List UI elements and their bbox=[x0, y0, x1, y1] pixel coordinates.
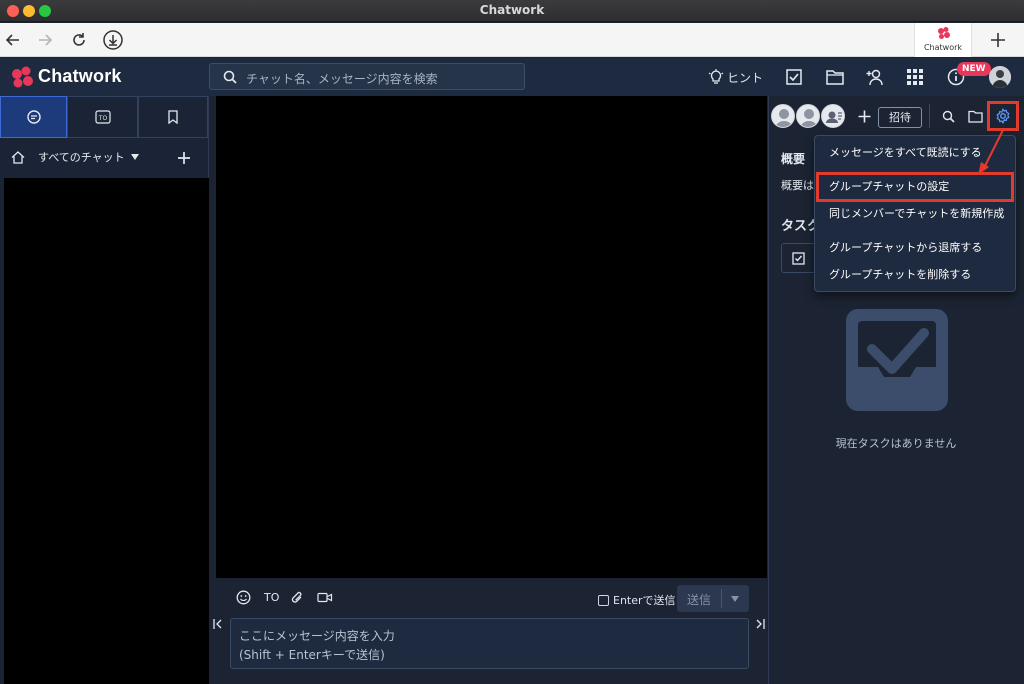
files-button[interactable] bbox=[824, 66, 846, 88]
divider bbox=[929, 104, 930, 128]
send-button-label: 送信 bbox=[686, 593, 711, 607]
chat-filter-row: すべてのチャット bbox=[0, 138, 209, 176]
menu-item-new-chat-same-members[interactable]: 同じメンバーでチャットを新規作成 bbox=[815, 201, 1015, 227]
task-filter-button[interactable] bbox=[781, 243, 817, 273]
empty-task-checkbox-illustration bbox=[846, 309, 948, 411]
contacts-button[interactable] bbox=[864, 66, 886, 88]
forward-arrow-icon bbox=[39, 34, 53, 46]
app-header: Chatwork チャット名、メッセージ内容を検索 ヒント NEW bbox=[0, 58, 1024, 96]
browser-tab-label: Chatwork bbox=[923, 43, 963, 52]
message-input-placeholder: ここにメッセージ内容を入力 bbox=[239, 629, 395, 643]
overview-heading: 概要 bbox=[781, 152, 806, 166]
window-title: Chatwork bbox=[479, 3, 545, 17]
avatar-photo-icon bbox=[989, 66, 1011, 88]
brand-logo-text[interactable]: Chatwork bbox=[38, 66, 122, 87]
message-input-hint: (Shift + Enterキーで送信) bbox=[239, 648, 385, 662]
new-tab-button[interactable] bbox=[985, 27, 1011, 53]
search-input[interactable]: チャット名、メッセージ内容を検索 bbox=[209, 63, 525, 90]
lightbulb-icon bbox=[708, 69, 724, 84]
add-chat-plus-icon[interactable] bbox=[177, 151, 191, 165]
search-placeholder: チャット名、メッセージ内容を検索 bbox=[246, 72, 438, 86]
checkbox-icon bbox=[786, 69, 802, 85]
user-avatar[interactable] bbox=[989, 66, 1011, 88]
hint-label[interactable]: ヒント bbox=[727, 69, 763, 86]
menu-item-delete-group-chat[interactable]: グループチャットを削除する bbox=[815, 262, 1015, 288]
search-icon bbox=[223, 70, 237, 84]
checkbox-icon bbox=[792, 252, 805, 265]
enter-to-send-label: Enterで送信 bbox=[613, 594, 676, 607]
download-icon bbox=[103, 30, 123, 50]
caret-down-icon[interactable] bbox=[131, 154, 139, 160]
enter-to-send-checkbox[interactable] bbox=[598, 594, 609, 606]
message-timeline[interactable] bbox=[216, 96, 767, 578]
overview-text: 概要は bbox=[781, 179, 814, 192]
no-task-message: 現在タスクはありません bbox=[835, 437, 957, 450]
member-list-button[interactable] bbox=[821, 104, 845, 128]
folder-icon bbox=[826, 70, 844, 85]
back-button[interactable] bbox=[0, 27, 26, 53]
new-badge: NEW bbox=[957, 62, 991, 76]
plus-icon bbox=[991, 33, 1005, 47]
window-titlebar: Chatwork bbox=[0, 0, 1024, 22]
menu-item-leave-group-chat[interactable]: グループチャットから退席する bbox=[815, 235, 1015, 261]
chatwork-logo-icon bbox=[12, 66, 33, 88]
to-button[interactable]: TO bbox=[264, 591, 279, 604]
collapse-right-icon[interactable] bbox=[755, 618, 765, 630]
tab-bookmarks[interactable] bbox=[138, 96, 208, 138]
chat-list[interactable] bbox=[4, 178, 209, 684]
home-icon[interactable] bbox=[11, 151, 25, 164]
download-button[interactable] bbox=[100, 27, 126, 53]
search-icon[interactable] bbox=[942, 110, 955, 123]
forward-button[interactable] bbox=[32, 27, 58, 53]
enter-to-send-toggle[interactable]: Enterで送信 bbox=[598, 592, 676, 608]
add-member-plus-icon[interactable] bbox=[858, 110, 871, 123]
apps-button[interactable] bbox=[904, 66, 926, 88]
add-contact-icon bbox=[866, 69, 883, 86]
gear-icon[interactable] bbox=[995, 108, 1011, 124]
grid-icon bbox=[907, 69, 923, 85]
collapse-left-icon[interactable] bbox=[213, 618, 223, 630]
invite-button[interactable]: 招待 bbox=[878, 107, 922, 128]
folder-icon[interactable] bbox=[968, 110, 983, 123]
tab-chats[interactable] bbox=[0, 96, 67, 138]
annotation-arrow bbox=[978, 129, 1004, 175]
browser-tab-chatwork[interactable]: Chatwork bbox=[914, 23, 972, 57]
member-avatar[interactable] bbox=[771, 104, 795, 128]
browser-toolbar: Chatwork bbox=[0, 23, 1024, 57]
reload-button[interactable] bbox=[66, 27, 92, 53]
chat-bubble-icon bbox=[26, 110, 41, 124]
tab-to-mentions[interactable]: TO bbox=[67, 96, 138, 138]
svg-text:TO: TO bbox=[97, 115, 107, 122]
emoji-icon[interactable] bbox=[236, 590, 251, 605]
tasks-button[interactable] bbox=[783, 66, 805, 88]
video-call-icon[interactable] bbox=[317, 592, 333, 603]
bookmark-icon bbox=[168, 110, 178, 124]
chat-sidebar: TO すべてのチャット bbox=[0, 96, 209, 684]
back-arrow-icon bbox=[5, 34, 19, 46]
hint-button[interactable] bbox=[705, 66, 727, 88]
member-avatar[interactable] bbox=[796, 104, 820, 128]
send-options-caret-icon[interactable] bbox=[731, 596, 739, 602]
message-input[interactable]: ここにメッセージ内容を入力 (Shift + Enterキーで送信) bbox=[230, 618, 749, 669]
send-button[interactable]: 送信 bbox=[677, 585, 749, 612]
reload-icon bbox=[73, 33, 85, 46]
chat-filter-dropdown[interactable]: すべてのチャット bbox=[38, 149, 125, 165]
paperclip-icon[interactable] bbox=[290, 590, 304, 605]
to-mention-icon: TO bbox=[94, 110, 111, 124]
chatwork-logo-icon bbox=[938, 27, 950, 39]
